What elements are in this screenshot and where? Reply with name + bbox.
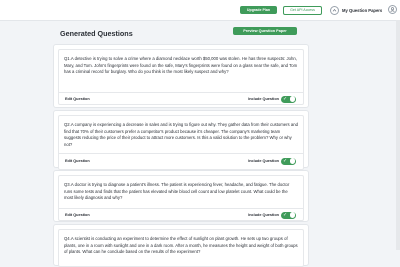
api-access-button[interactable]: Get API Access xyxy=(283,6,322,15)
edit-question-button[interactable]: Edit Question xyxy=(65,213,90,217)
top-bar: Upgrade Plan Get API Access My Question … xyxy=(0,0,400,21)
question-content: Q2.A company is experiencing a decrease … xyxy=(58,115,304,170)
question-card: Q2.A company is experiencing a decrease … xyxy=(53,110,309,170)
question-text: Q3.A doctor is trying to diagnose a pati… xyxy=(64,182,290,200)
toggle-knob xyxy=(289,212,296,218)
upgrade-plan-button[interactable]: Upgrade Plan xyxy=(240,6,277,14)
check-icon: ✓ xyxy=(283,95,288,102)
avatar[interactable] xyxy=(388,5,397,14)
notification-icon[interactable] xyxy=(330,6,339,15)
include-question-label: Include Question xyxy=(248,97,279,101)
include-question-toggle[interactable]: ✓ xyxy=(281,157,296,165)
divider xyxy=(59,92,303,93)
question-text: Q1.A detective is trying to solve a crim… xyxy=(64,56,298,74)
toggle-knob xyxy=(289,158,296,164)
question-content: Q1.A detective is trying to solve a crim… xyxy=(58,49,304,105)
include-question-label: Include Question xyxy=(248,159,279,163)
edit-question-button[interactable]: Edit Question xyxy=(65,97,90,101)
page-title: Generated Questions xyxy=(60,29,133,38)
divider xyxy=(59,153,303,154)
preview-question-paper-button[interactable]: Preview Question Paper xyxy=(233,27,297,35)
include-question-toggle[interactable]: ✓ xyxy=(281,95,296,103)
question-content: Q3.A doctor is trying to diagnose a pati… xyxy=(58,175,304,221)
include-question-label: Include Question xyxy=(248,213,279,217)
question-content: Q4.A scientist is conducting an experime… xyxy=(58,229,304,267)
question-card: Q3.A doctor is trying to diagnose a pati… xyxy=(53,170,309,222)
question-text: Q4.A scientist is conducting an experime… xyxy=(64,236,298,254)
check-icon: ✓ xyxy=(283,157,288,164)
check-icon: ✓ xyxy=(283,211,288,218)
divider xyxy=(59,208,303,209)
question-text: Q2.A company is experiencing a decrease … xyxy=(64,122,298,147)
question-card: Q4.A scientist is conducting an experime… xyxy=(53,224,309,267)
toggle-knob xyxy=(289,96,296,102)
include-question-toggle[interactable]: ✓ xyxy=(281,211,296,219)
question-card: Q1.A detective is trying to solve a crim… xyxy=(53,44,309,108)
edit-question-button[interactable]: Edit Question xyxy=(65,159,90,163)
scrollbar[interactable] xyxy=(396,20,400,250)
nav-my-question-papers[interactable]: My Question Papers xyxy=(342,8,382,13)
